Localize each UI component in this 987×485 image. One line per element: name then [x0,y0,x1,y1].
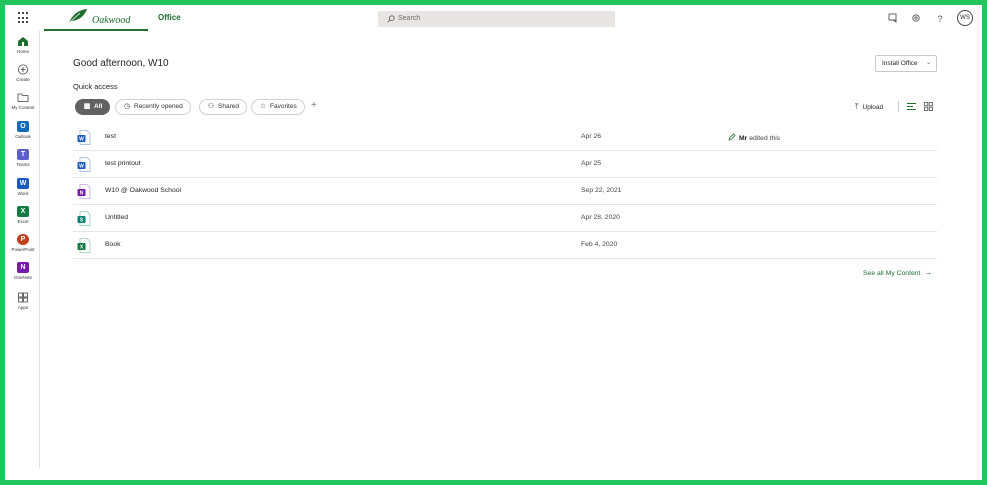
pencil-icon [728,133,736,141]
filter-recently-opened[interactable]: ◷ Recently opened [115,99,191,115]
rail-item-teams[interactable]: T Teams [6,149,40,167]
settings-gear-icon[interactable] [910,13,922,25]
file-date: Apr 26 [581,133,602,140]
avatar[interactable]: WS [957,10,973,26]
filter-label: Shared [218,103,239,110]
logo-text: Oakwood [92,15,131,26]
search-input[interactable]: Search [398,15,420,22]
rail-label: Apps [17,305,29,310]
word-icon: W [17,178,29,189]
star-icon: ☆ [259,103,267,110]
file-row[interactable]: S Untitled Apr 28, 2020 [73,205,937,232]
greeting-heading: Good afternoon, W10 [73,58,169,69]
help-icon[interactable]: ? [934,13,946,25]
file-row[interactable]: X Book Feb 4, 2020 [73,232,937,259]
school-logo[interactable]: Oakwood [44,6,148,31]
sway-file-icon: S [77,211,91,226]
rail-label: My Content [11,105,35,110]
activity-user: Mr [739,135,748,142]
file-row[interactable]: W test Apr 26 Mr edited this [73,124,937,151]
filter-label: Favorites [270,103,297,110]
add-filter-icon[interactable]: + [311,100,317,111]
rail-item-outlook[interactable]: O Outlook [6,121,40,139]
file-name[interactable]: Book [105,241,121,248]
rail-item-excel[interactable]: X Excel [6,206,40,224]
file-date: Apr 28, 2020 [581,214,620,221]
filter-favorites[interactable]: ☆ Favorites [251,99,305,115]
home-icon [18,37,28,46]
oak-leaf-icon [68,9,87,24]
folder-icon [17,93,29,102]
feedback-icon[interactable] [887,13,899,25]
rail-label: PowerPoint [11,247,35,252]
filter-all[interactable]: ▩ All [75,99,111,115]
clock-icon: ◷ [123,103,131,110]
arrow-right-icon: → [924,268,933,277]
file-row[interactable]: N W10 @ Oakwood School Sep 22, 2021 [73,178,937,205]
rail-label: OneNote [13,275,32,280]
file-name[interactable]: W10 @ Oakwood School [105,187,181,194]
rail-label: Word [17,191,29,196]
rail-item-onenote[interactable]: N OneNote [6,262,40,280]
rail-item-create[interactable]: Create [6,64,40,82]
onenote-file-icon: N [77,184,91,199]
list-view-icon[interactable] [907,102,916,111]
file-row[interactable]: W test printout Apr 25 [73,151,937,178]
word-file-icon: W [77,130,91,145]
search-icon [387,15,395,23]
filter-shared[interactable]: ⚇ Shared [199,99,247,115]
outlook-icon: O [17,121,29,132]
upload-icon: ⤒ [855,102,859,111]
rail-item-powerpoint[interactable]: P PowerPoint [6,234,40,252]
excel-icon: X [17,206,29,217]
people-icon: ⚇ [207,103,215,110]
rail-label: Create [16,77,30,82]
file-activity: Mr edited this [728,133,780,142]
app-title[interactable]: Office [158,13,181,22]
file-name[interactable]: test printout [105,160,141,167]
upload-button[interactable]: ⤒ Upload [855,102,883,112]
file-date: Sep 22, 2021 [581,187,622,194]
rail-item-my-content[interactable]: My Content [6,92,40,110]
create-icon [18,64,28,75]
filter-label: All [94,103,103,110]
app-launcher-icon[interactable] [18,12,30,24]
onenote-icon: N [17,262,29,273]
top-bar: Oakwood Office Search ? WS [6,6,973,31]
toolbar-divider [898,101,899,112]
filter-label: Recently opened [134,103,183,110]
left-rail: Home Create My Content O Outlook T Teams… [6,31,40,468]
word-file-icon: W [77,157,91,172]
svg-text:N: N [80,191,84,197]
file-date: Apr 25 [581,160,602,167]
upload-label: Upload [862,104,884,111]
rail-item-home[interactable]: Home [6,36,40,54]
grid-view-icon[interactable] [924,102,933,111]
activity-text: edited this [749,135,781,142]
rail-item-word[interactable]: W Word [6,178,40,196]
apps-icon [18,292,28,303]
svg-text:W: W [79,137,84,143]
powerpoint-icon: P [17,234,29,245]
teams-icon: T [17,149,29,160]
install-office-button[interactable]: Install Office ⌄ [875,55,937,72]
rail-label: Teams [16,162,30,167]
search-box[interactable]: Search [378,11,615,27]
rail-item-apps[interactable]: Apps [6,292,40,310]
all-icon: ▩ [83,103,91,110]
see-all-label: See all My Content [863,270,921,277]
file-name[interactable]: Untitled [105,214,128,221]
rail-label: Outlook [15,134,31,139]
chevron-down-icon: ⌄ [925,60,931,66]
install-office-label: Install Office [882,60,918,67]
file-name[interactable]: test [105,133,116,140]
rail-label: Excel [17,219,29,224]
excel-file-icon: X [77,238,91,253]
file-date: Feb 4, 2020 [581,241,618,248]
svg-text:W: W [79,164,84,170]
rail-label: Home [16,49,29,54]
quick-access-heading: Quick access [73,82,118,91]
see-all-my-content-link[interactable]: See all My Content → [863,268,932,277]
